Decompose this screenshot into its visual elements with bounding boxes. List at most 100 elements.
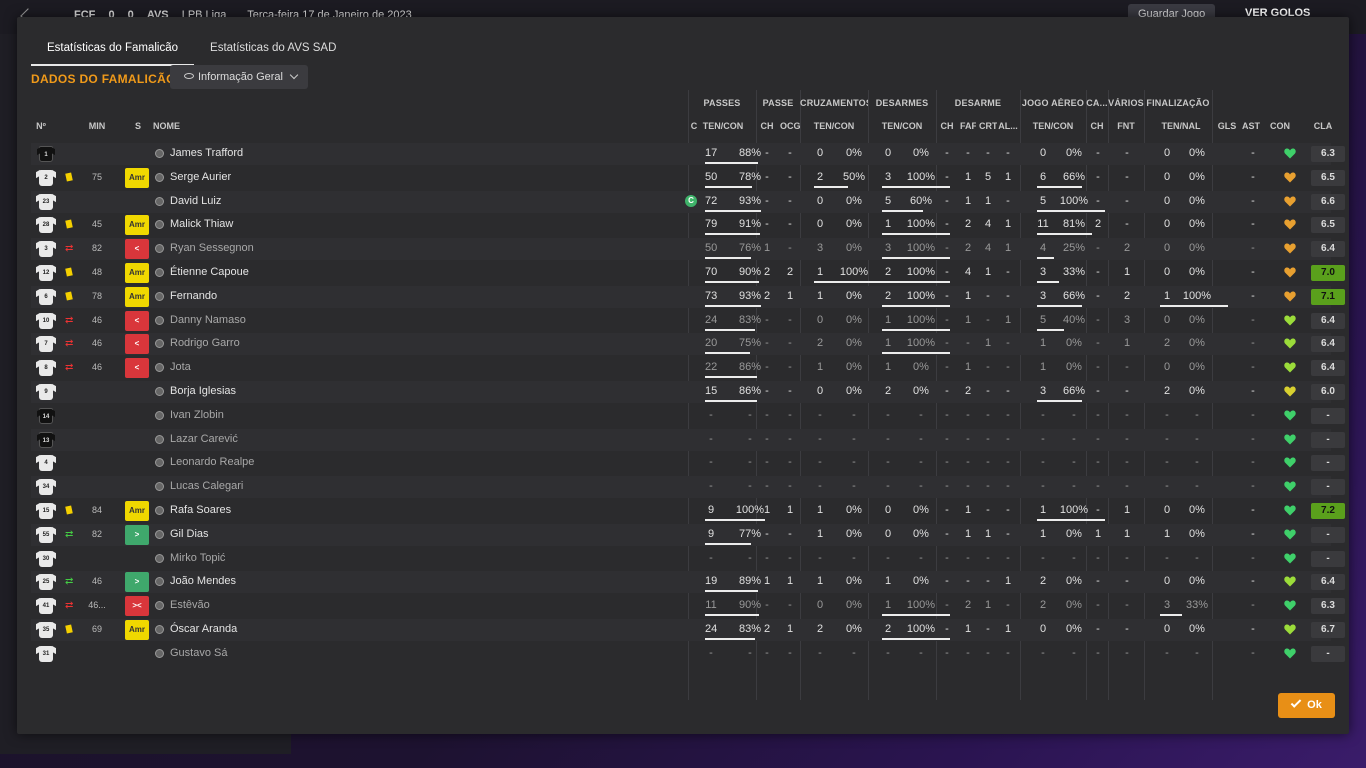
column-header[interactable]: CH [1089,121,1105,131]
table-row[interactable]: 23 David Luiz C 72 93% - -0 0% 5 60% -1 1-5 100% - -0 0… [31,190,1345,213]
table-row[interactable]: 4 Leonardo Realpe - - - - - - - - - - - - - - - - - - - - [31,452,1345,474]
stat-cell: - [886,456,890,469]
table-row[interactable]: 55 ⇄ 82 > Gil Dias 9 77% - -1 0% 0 0% -1 1-1 0% 1 1 1 0% - - [31,523,1345,546]
table-row[interactable]: 9 Borja Iglesias 15 86% - -0 0% 2 0% -2- -3 66% - -2 0… [31,381,1345,403]
column-header[interactable]: TEN/NAL [1153,121,1209,131]
stat-cell: - [1125,147,1129,159]
player-name[interactable]: Gustavo Sá [170,647,227,659]
table-row[interactable]: 2 75 Amr Serge Aurier 50 78% - -2 50% 3 100% -1 5 1 6 6… [31,167,1345,189]
column-header[interactable]: TEN/CON [808,121,860,131]
column-header[interactable]: AST [1242,121,1260,131]
table-row[interactable]: 14 Ivan Zlobin - - - - - - - - - - - - - - - - - - - - [31,405,1345,427]
stat-cell: - [986,456,990,469]
player-name[interactable]: Óscar Aranda [170,623,237,635]
table-row[interactable]: 41 ⇄ 46... >< Estêvão 11 90% - -0 0% 1 100% -2 1-2 0% -… [31,595,1345,617]
table-row[interactable]: 28 45 Amr Malick Thiaw 79 91% - -0 0% 1 100% -2 4 1 11… [31,214,1345,236]
table-row[interactable]: 1 James Trafford 17 88% - -0 0% 0 0% - - - -0 0% - -0 0%… [31,143,1345,165]
column-header[interactable]: Nº [31,121,51,131]
player-name[interactable]: Gil Dias [170,528,209,540]
player-name[interactable]: Malick Thiaw [170,218,233,230]
column-header[interactable]: TEN/CON [876,121,928,131]
column-header[interactable]: CLA [1305,121,1341,131]
stat-cell: - [1006,480,1010,493]
stat-cell: - [852,408,856,421]
stat-cell: - [765,646,769,659]
player-name[interactable]: Serge Aurier [170,171,231,183]
ok-button[interactable]: Ok [1278,693,1335,718]
player-name[interactable]: Rodrigo Garro [170,337,240,349]
ratio-bar [705,376,757,379]
table-row[interactable]: 15 84 Amr Rafa Soares 9 100% 1 1 1 0% 0 0% -1- -1 100%… [31,500,1345,522]
table-row[interactable]: 35 69 Amr Óscar Aranda 24 83% 2 1 2 0% 2 100% -1-1 0 0… [31,619,1345,641]
column-header[interactable]: CON [1267,121,1293,131]
eye-icon [184,73,194,80]
table-row[interactable]: 31 Gustavo Sá - - - - - - - - - - - - - - - - - - - - [31,643,1345,665]
column-header[interactable]: CH [940,121,954,131]
tab-famalicao-stats[interactable]: Estatísticas do Famalicão [31,39,195,66]
stat-cell: - [709,456,713,469]
table-row[interactable]: 30 Mirko Topić - - - - - - - - - - - - - - - - - - - - [31,548,1345,570]
player-name[interactable]: Mirko Topić [170,552,225,564]
player-name[interactable]: Étienne Capoue [170,266,249,278]
player-name[interactable]: Ryan Sessegnon [170,242,254,254]
table-row[interactable]: 10 ⇄ 46 < Danny Namaso 24 83% - -0 0% 1 100% -1-1 5 40… [31,310,1345,332]
player-name[interactable]: James Trafford [170,147,243,159]
table-row[interactable]: 12 48 Amr Étienne Capoue 70 90% 2 2 1 100% 2 100% -4… [31,262,1345,284]
stat-cell: - [818,551,822,564]
table-row[interactable]: 8 ⇄ 46 < Jota 22 86% - -1 0% 1 0% -1- -1 0% - -0 0% -6.4 [31,357,1345,379]
ratio-bar [882,638,950,640]
column-header[interactable]: TEN/CON [1028,121,1078,131]
player-name[interactable]: Danny Namaso [170,314,246,326]
stat-cell: 66% [1062,170,1086,183]
table-row[interactable]: 7 ⇄ 46 < Rodrigo Garro 20 75% - -2 0% 1 100% - -1-1 0%… [31,333,1345,356]
column-header[interactable]: FAF [960,121,976,131]
stat-cell: - [1006,599,1010,612]
stat-cell: 1 [1123,527,1131,540]
person-icon [155,291,164,301]
column-header[interactable]: OCG [780,121,800,131]
view-dropdown[interactable]: Informação Geral [170,65,308,89]
stat-cell: - [788,551,792,564]
heart-icon [1284,600,1296,611]
stat-cell: - [886,408,890,421]
status-badge: < [125,334,149,355]
tab-avs-stats[interactable]: Estatísticas do AVS SAD [194,39,352,66]
table-row[interactable]: 6 78 Amr Fernando 73 93% 2 1 1 0% 2 100% -1- -3 66% -2 1… [31,285,1345,308]
player-name[interactable]: Lucas Calegari [170,480,243,492]
shirt-icon: 1 [39,146,53,162]
player-name[interactable]: João Mendes [170,575,236,587]
player-name[interactable]: Leonardo Realpe [170,456,254,468]
column-header[interactable]: S [123,121,153,131]
player-name[interactable]: Estêvão [170,599,210,611]
player-name[interactable]: Ivan Zlobin [170,409,224,421]
player-name[interactable]: Fernando [170,290,217,302]
player-name[interactable]: Borja Iglesias [170,385,236,397]
column-header[interactable]: NOME [153,121,213,131]
player-name[interactable]: David Luiz [170,195,221,207]
player-name[interactable]: Lazar Carević [170,433,238,445]
stat-cell: - [1096,456,1100,469]
table-row[interactable]: 13 Lazar Carević - - - - - - - - - - - - - - - - - - - - [31,428,1345,451]
table-row[interactable]: 3 ⇄ 82 < Ryan Sessegnon 50 76% 1-3 0% 3 100% -2 4 1 4 2… [31,238,1345,261]
person-icon [155,149,164,158]
column-header[interactable]: FNT [1113,121,1139,131]
stat-cell: 3 [1039,266,1047,278]
column-header[interactable]: CRT [979,121,997,131]
stat-cell: - [852,456,856,469]
column-header[interactable]: MIN [79,121,115,131]
rating-badge: 6.3 [1311,598,1345,615]
shirt-icon: 30 [39,550,53,567]
stat-cell: 1 [964,527,972,540]
table-row[interactable]: 25 ⇄ 46 > João Mendes 19 89% 1 1 1 0% 1 0% - - -1 2 0% - -0… [31,571,1345,594]
stat-cell: 1 [1004,242,1012,255]
column-header[interactable]: CH [760,121,774,131]
player-name[interactable]: Rafa Soares [170,504,231,516]
player-name[interactable]: Jota [170,361,191,373]
heart-icon [1284,410,1296,421]
table-row[interactable]: 34 Lucas Calegari - - - - - - - - - - - - - - - - - - - - [31,476,1345,499]
column-header[interactable]: GLS [1216,121,1238,131]
column-header[interactable]: TEN/CON [701,121,745,131]
status-badge: Amr [125,215,149,236]
stat-cell: 100% [906,623,936,635]
column-header[interactable]: AL... [998,121,1018,131]
